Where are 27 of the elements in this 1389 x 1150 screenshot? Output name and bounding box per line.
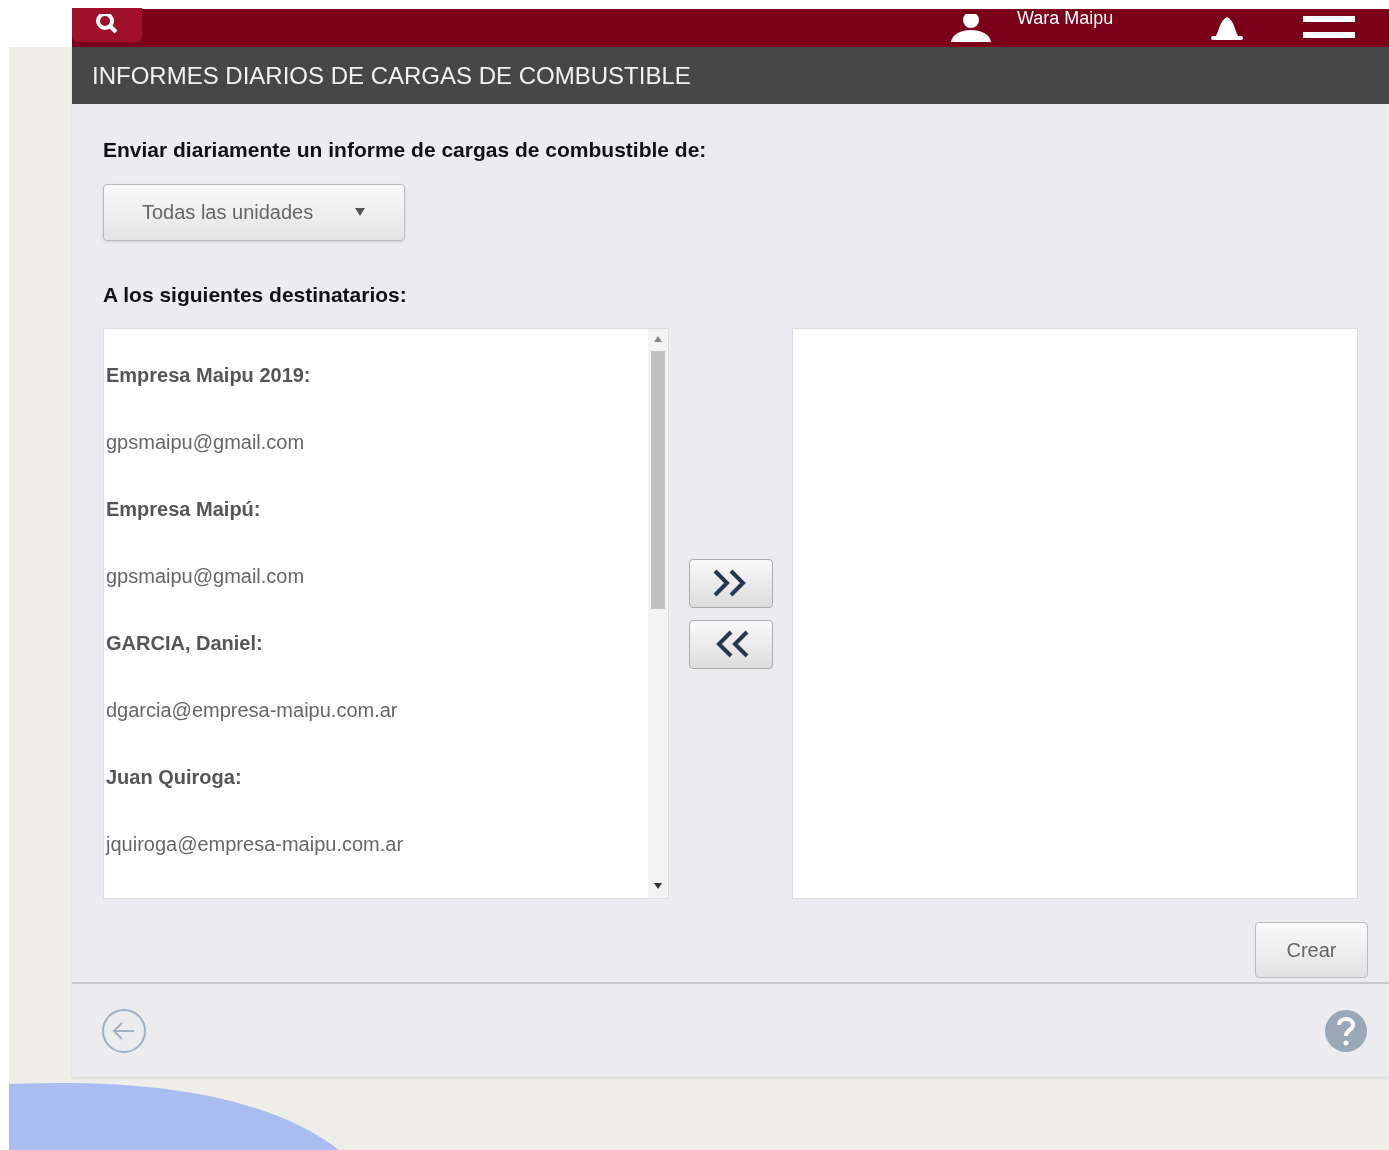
user-name: Wara Maipu [1017, 6, 1115, 30]
recipient-name[interactable]: GARCIA, Daniel: [106, 627, 263, 658]
remove-button[interactable] [688, 619, 773, 669]
recipient-email[interactable]: dgarcia@empresa-maipu.com.ar [106, 694, 398, 725]
units-dropdown[interactable]: Todas las unidades [103, 183, 405, 241]
scrollbar-thumb[interactable] [651, 351, 666, 609]
add-button[interactable] [688, 558, 773, 608]
menu-button[interactable] [1303, 16, 1355, 40]
menu-icon [1303, 16, 1355, 40]
dialog-title: INFORMES DIARIOS DE CARGAS DE COMBUSTIBLE [92, 60, 691, 91]
recipients-label: A los siguientes destinatarios: [103, 281, 408, 308]
recipient-name[interactable]: Juan Quiroga: [106, 761, 242, 792]
recipient-name[interactable]: Empresa Maipu 2019: [106, 359, 311, 390]
available-recipients-list[interactable]: Empresa Maipu 2019: gpsmaipu@gmail.com Empresa Maipú: gpsmaipu@gmail.com GARCIA, Daniel: dgarcia@empresa-maipu.com.ar Juan Quiroga: jquiroga@empresa-maipu.com.ar [103, 328, 670, 899]
recipient-email[interactable]: jquiroga@empresa-maipu.com.ar [106, 828, 404, 859]
recipient-name[interactable]: Empresa Maipú: [106, 493, 261, 524]
scroll-up-icon[interactable] [653, 335, 664, 343]
scroll-down-icon[interactable] [653, 882, 664, 890]
recipient-email[interactable]: gpsmaipu@gmail.com [106, 560, 305, 591]
create-button[interactable]: Crear [1255, 922, 1368, 978]
recipient-email[interactable]: gpsmaipu@gmail.com [106, 426, 305, 457]
search-button[interactable] [72, 8, 142, 42]
user-icon [949, 14, 993, 42]
units-label: Enviar diariamente un informe de cargas de combustible de: [103, 137, 708, 163]
search-icon [94, 14, 120, 36]
caret-icon [354, 207, 366, 217]
scrollbar[interactable] [648, 329, 669, 898]
